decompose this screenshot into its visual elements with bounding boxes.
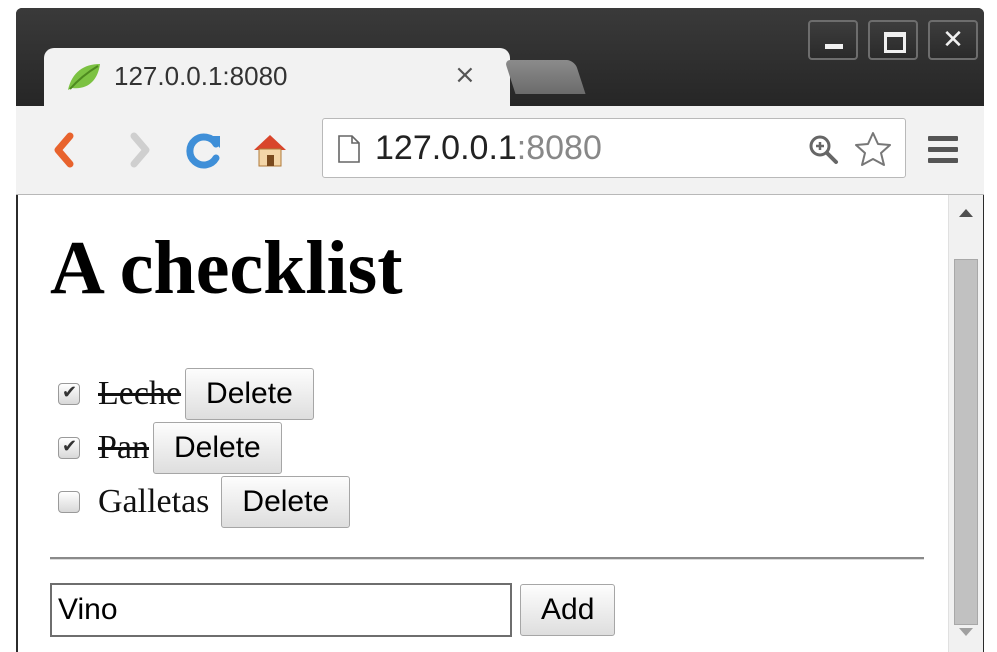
menu-icon[interactable]: [928, 136, 958, 164]
toolbar: 127.0.0.1:8080: [16, 106, 984, 195]
bookmark-star-icon[interactable]: [853, 131, 893, 167]
item-label: Leche: [98, 375, 182, 412]
item-checkbox[interactable]: [58, 382, 80, 405]
url-text: 127.0.0.1:8080: [375, 129, 602, 168]
item-checkbox[interactable]: [58, 436, 80, 459]
delete-button[interactable]: Delete: [153, 422, 282, 474]
scroll-thumb[interactable]: [954, 259, 978, 625]
item-label: Galletas: [98, 483, 210, 520]
url-port: :8080: [516, 129, 602, 167]
delete-button[interactable]: Delete: [185, 368, 314, 420]
list-item: Galletas Delete: [58, 475, 351, 529]
address-bar[interactable]: 127.0.0.1:8080: [322, 118, 906, 178]
page-viewport: A checklist Leche Delete Pan Delete Gall…: [18, 195, 948, 652]
title-bar: ✕ 127.0.0.1:8080 ×: [16, 8, 984, 106]
item-label: Pan: [98, 429, 149, 466]
zoom-icon[interactable]: [807, 133, 839, 165]
page-title: A checklist: [50, 226, 403, 310]
delete-button[interactable]: Delete: [221, 476, 351, 528]
leaf-icon: [68, 64, 100, 90]
home-icon[interactable]: [250, 130, 290, 170]
tab-title: 127.0.0.1:8080: [114, 61, 288, 91]
url-host: 127.0.0.1: [375, 129, 517, 167]
item-checkbox[interactable]: [58, 491, 80, 513]
tab-close-button[interactable]: ×: [454, 60, 476, 90]
back-icon[interactable]: [46, 130, 86, 170]
add-button[interactable]: Add: [520, 584, 616, 636]
maximize-button[interactable]: [868, 20, 918, 60]
page-icon: [338, 135, 360, 163]
browser-window: ✕ 127.0.0.1:8080 × 127.0.0.1:8080 A chec…: [16, 8, 984, 652]
divider: [50, 557, 924, 560]
minimize-button[interactable]: [808, 20, 858, 60]
tab-active[interactable]: 127.0.0.1:8080 ×: [44, 48, 510, 106]
scroll-up-arrow-icon[interactable]: [959, 209, 973, 217]
forward-icon[interactable]: [120, 130, 160, 170]
list-item: Leche Delete: [58, 367, 350, 421]
scroll-down-arrow-icon[interactable]: [959, 628, 973, 636]
close-icon: ✕: [942, 25, 964, 55]
new-item-input[interactable]: Vino: [50, 583, 512, 637]
reload-icon[interactable]: [184, 130, 224, 170]
checklist: Leche Delete Pan Delete Galletas Delete: [58, 367, 351, 529]
scrollbar[interactable]: [948, 195, 983, 652]
new-tab-button[interactable]: [504, 60, 586, 94]
list-item: Pan Delete: [58, 421, 350, 475]
close-window-button[interactable]: ✕: [928, 20, 978, 60]
